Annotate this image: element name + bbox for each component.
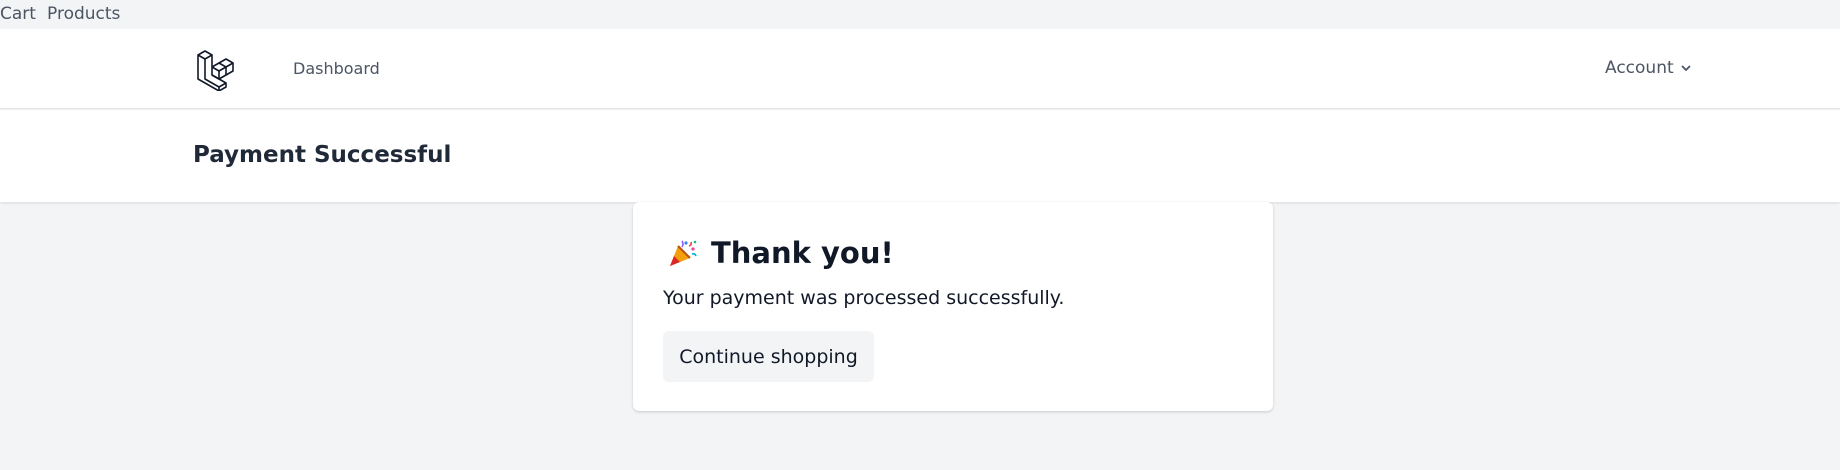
page-title: Payment Successful: [193, 142, 452, 168]
account-label: Account: [1605, 58, 1674, 78]
success-message: Your payment was processed successfully.: [663, 287, 1065, 309]
cart-link[interactable]: Cart: [0, 4, 36, 24]
card-heading-text: Thank you!: [711, 236, 894, 270]
laravel-logo-icon[interactable]: [196, 47, 238, 92]
page-header: Payment Successful: [0, 110, 1840, 202]
card-heading: Thank you!: [667, 236, 894, 270]
account-dropdown[interactable]: Account: [1605, 58, 1692, 78]
products-link[interactable]: Products: [47, 4, 120, 24]
nav-dashboard-link[interactable]: Dashboard: [293, 59, 380, 78]
party-popper-icon: [667, 237, 699, 269]
payment-success-card: Thank you! Your payment was processed su…: [633, 202, 1273, 411]
chevron-down-icon: [1680, 62, 1692, 74]
top-links-bar: Cart Products: [0, 0, 1840, 29]
continue-shopping-button[interactable]: Continue shopping: [663, 331, 874, 382]
navigation-bar: Dashboard Account: [0, 29, 1840, 109]
